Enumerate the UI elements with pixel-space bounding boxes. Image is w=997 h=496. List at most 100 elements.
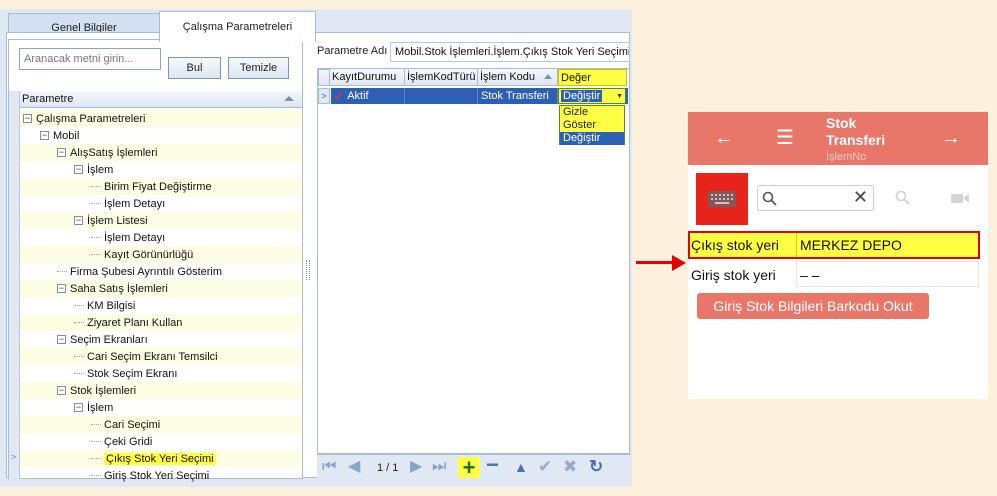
- tab-label: Çalışma Parametreleri: [182, 21, 293, 33]
- col-header-label: İşlemKodTürü: [407, 71, 476, 83]
- camera-icon[interactable]: [951, 193, 969, 204]
- delete-record-icon[interactable]: −: [486, 454, 499, 476]
- tree-node-label: AlışSatış İşlemleri: [70, 146, 158, 159]
- chevron-down-icon[interactable]: ▼: [616, 93, 623, 100]
- deger-combobox[interactable]: Değiştir ▼: [558, 88, 626, 104]
- col-header-label: Değer: [561, 71, 591, 84]
- tree-node-label: KM Bilgisi: [87, 299, 136, 312]
- tree-node-label: Ziyaret Planı Kullan: [87, 316, 183, 329]
- checkmark-icon: ✓: [334, 90, 344, 103]
- refresh-icon[interactable]: ↻: [589, 458, 603, 476]
- tree-node-label: İşlem: [87, 163, 114, 176]
- tree-node-label: Cari Seçimi: [104, 418, 161, 431]
- dropdown-option-gizle[interactable]: Gizle: [560, 106, 624, 119]
- tree-node[interactable]: Firma Şubesi Ayrıntılı Gösterim: [20, 263, 302, 280]
- tree-header-label: Parametre: [22, 93, 74, 105]
- confirm-icon[interactable]: ✔: [538, 458, 552, 476]
- last-record-icon[interactable]: ⏭: [432, 458, 446, 476]
- tree-node[interactable]: Çıkış Stok Yeri Seçimi: [20, 450, 302, 467]
- cell-kayit-durumu[interactable]: ✓ Aktif: [331, 88, 405, 104]
- tree-node-label: İşlem Detayı: [104, 197, 166, 210]
- collapse-icon[interactable]: −: [57, 335, 66, 344]
- col-header-kayit-durumu[interactable]: KayıtDurumu: [330, 69, 405, 86]
- collapse-icon[interactable]: −: [23, 114, 32, 123]
- next-record-icon[interactable]: ▶: [410, 458, 422, 476]
- back-arrow-icon[interactable]: ←: [714, 128, 734, 148]
- field-divider: [796, 233, 797, 257]
- col-header-islem-kodu[interactable]: İşlem Kodu: [478, 69, 558, 86]
- collapse-icon[interactable]: −: [57, 386, 66, 395]
- tree-node[interactable]: İşlem Detayı: [20, 195, 302, 212]
- cell-islem-kod-turu[interactable]: [405, 88, 478, 104]
- cancel-edit-icon[interactable]: ✖: [563, 458, 577, 476]
- sort-ascending-icon: [544, 74, 552, 79]
- tree-node[interactable]: − Saha Satış İşlemleri: [20, 280, 302, 297]
- current-row-indicator-icon: >: [318, 88, 330, 104]
- tree-node-label: Birim Fiyat Değiştirme: [104, 180, 212, 193]
- grid-indicator-header: [318, 69, 330, 86]
- cell-islem-kodu[interactable]: Stok Transferi: [478, 88, 558, 104]
- tree-node[interactable]: Çeki Gridi: [20, 433, 302, 450]
- field-giris-stok-yeri[interactable]: [796, 261, 979, 287]
- tree-connector: [91, 424, 101, 425]
- col-header-deger[interactable]: Değer: [558, 69, 627, 86]
- dropdown-option-degistir[interactable]: Değiştir: [560, 132, 624, 145]
- tree-node[interactable]: Kayıt Görünürlüğü: [20, 246, 302, 263]
- tree-node[interactable]: Stok Seçim Ekranı: [20, 365, 302, 382]
- field-value: – –: [800, 267, 820, 283]
- clear-button[interactable]: Temizle: [228, 57, 289, 79]
- first-record-icon[interactable]: ⏮: [322, 458, 336, 476]
- tree-node[interactable]: − Mobil: [20, 127, 302, 144]
- collapse-icon[interactable]: −: [57, 284, 66, 293]
- page-info: 1 / 1: [377, 462, 399, 474]
- tree-node-label: Saha Satış İşlemleri: [70, 282, 168, 295]
- mobile-page-subtitle: İşlemNo: [826, 151, 867, 163]
- collapse-icon[interactable]: −: [74, 403, 83, 412]
- tree-node-label: Çıkış Stok Yeri Seçimi: [104, 452, 216, 465]
- tree-node[interactable]: İşlem Detayı: [20, 229, 302, 246]
- scan-barcode-button[interactable]: Giriş Stok Bilgileri Barkodu Okut: [697, 293, 929, 319]
- forward-arrow-icon[interactable]: →: [941, 128, 961, 148]
- tree-node[interactable]: KM Bilgisi: [20, 297, 302, 314]
- tree-column-header[interactable]: Parametre: [20, 91, 302, 108]
- tree-node[interactable]: Cari Seçimi: [20, 416, 302, 433]
- tree-connector: [91, 237, 101, 238]
- search-input[interactable]: [19, 48, 161, 70]
- panel-splitter[interactable]: [306, 260, 310, 280]
- tree-node-label: İşlem: [87, 401, 114, 414]
- collapse-icon[interactable]: −: [40, 131, 49, 140]
- tree-node[interactable]: − İşlem: [20, 399, 302, 416]
- dropdown-option-goster[interactable]: Göster: [560, 119, 624, 132]
- previous-record-icon[interactable]: ◀: [348, 458, 360, 476]
- tree-node[interactable]: Ziyaret Planı Kullan: [20, 314, 302, 331]
- tree-connector: [74, 373, 84, 374]
- find-button-label: Bul: [186, 62, 203, 74]
- field-label: Giriş stok yeri: [691, 267, 776, 283]
- tree-node[interactable]: − AlışSatış İşlemleri: [20, 144, 302, 161]
- tree-node[interactable]: − Seçim Ekranları: [20, 331, 302, 348]
- tree-node[interactable]: − Çalışma Parametreleri: [20, 110, 302, 127]
- tree-node[interactable]: − İşlem Listesi: [20, 212, 302, 229]
- clear-search-icon[interactable]: ✕: [853, 187, 868, 208]
- add-record-icon[interactable]: +: [458, 456, 480, 478]
- mobile-search-input[interactable]: ✕: [757, 185, 874, 211]
- col-header-islem-kod-turu[interactable]: İşlemKodTürü: [405, 69, 478, 86]
- keyboard-toggle-button[interactable]: [696, 173, 748, 225]
- collapse-icon[interactable]: −: [74, 165, 83, 174]
- row-indicator-chevron-icon: >: [11, 452, 17, 462]
- collapse-icon[interactable]: −: [57, 148, 66, 157]
- move-up-icon[interactable]: ▲: [514, 458, 528, 476]
- tree-node[interactable]: Birim Fiyat Değiştirme: [20, 178, 302, 195]
- tree-connector: [91, 203, 101, 204]
- param-name-label: Parametre Adı: [317, 45, 388, 57]
- tree-node[interactable]: Cari Seçim Ekranı Temsilci: [20, 348, 302, 365]
- collapse-icon[interactable]: −: [74, 216, 83, 225]
- tree-node[interactable]: − Stok İşlemleri: [20, 382, 302, 399]
- tree-node[interactable]: Giriş Stok Yeri Seçimi: [20, 467, 302, 484]
- menu-icon[interactable]: ☰: [776, 128, 794, 148]
- find-button[interactable]: Bul: [168, 57, 221, 79]
- tab-calisma-parametreleri[interactable]: Çalışma Parametreleri: [159, 11, 316, 42]
- search-icon[interactable]: [895, 190, 910, 205]
- tree-node[interactable]: − İşlem: [20, 161, 302, 178]
- tree-node-label: Stok İşlemleri: [70, 384, 137, 397]
